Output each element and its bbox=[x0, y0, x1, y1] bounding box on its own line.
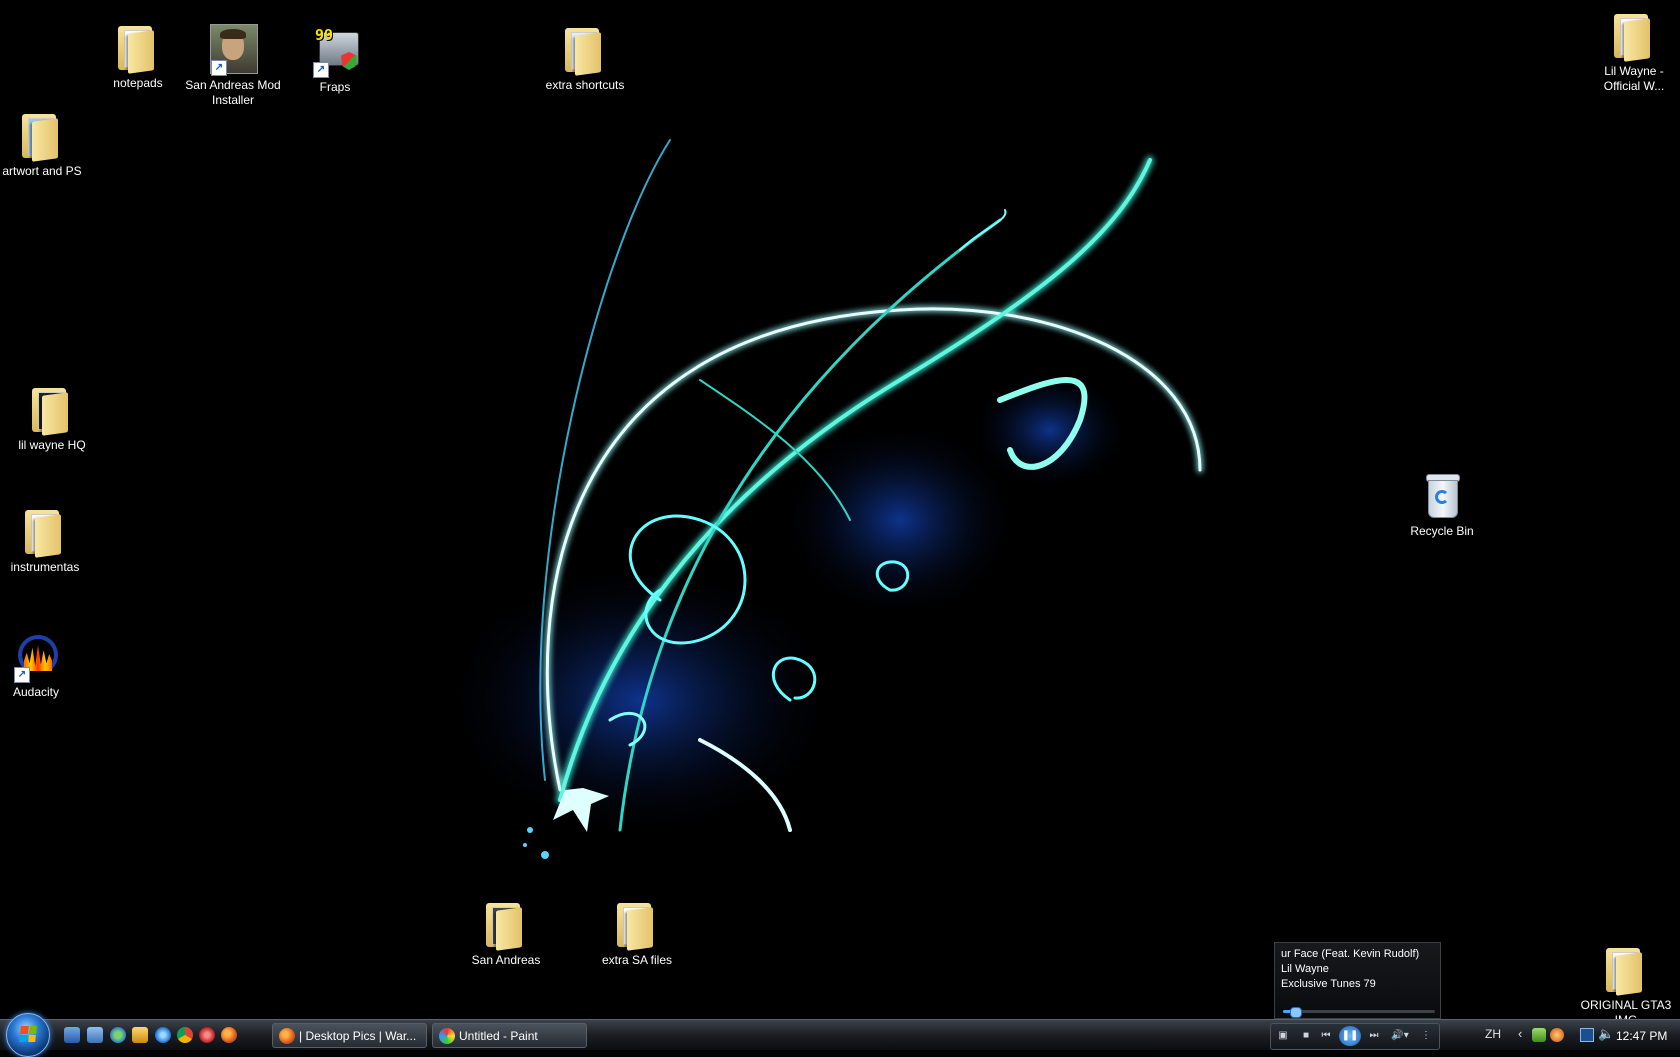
shortcut-arrow-icon: ↗ bbox=[14, 667, 30, 683]
firefox-icon bbox=[279, 1028, 295, 1044]
folder-icon bbox=[19, 506, 71, 558]
desktop-icon-label: San Andreas Mod Installer bbox=[185, 78, 281, 107]
seek-bar[interactable] bbox=[1283, 1007, 1435, 1018]
folder-icon bbox=[1600, 944, 1652, 996]
volume-icon[interactable]: 🔊▾ bbox=[1389, 1029, 1411, 1043]
folder-icon bbox=[559, 24, 611, 76]
desktop-icon-artwort-ps[interactable]: artwort and PS bbox=[0, 110, 90, 179]
desktop-icon-label: extra SA files bbox=[601, 953, 673, 967]
media-player-toolbar[interactable]: ▣ ■ ⏮ ❚❚ ⏭ 🔊▾ ⋮ bbox=[1270, 1023, 1440, 1050]
now-playing-track: ur Face (Feat. Kevin Rudolf) bbox=[1281, 948, 1420, 960]
desktop-icon-lil-wayne-official[interactable]: Lil Wayne - Official W... bbox=[1586, 10, 1680, 94]
fraps-badge: 99 bbox=[315, 26, 334, 44]
desktop-icon-label: Lil Wayne - Official W... bbox=[1603, 64, 1665, 93]
game-icon[interactable] bbox=[199, 1027, 215, 1043]
next-button[interactable]: ⏭ bbox=[1365, 1029, 1383, 1043]
desktop-icon-sa-mod-installer[interactable]: ↗ San Andreas Mod Installer bbox=[185, 24, 281, 108]
desktop-icon-original-gta3[interactable]: ORIGINAL GTA3 IMG bbox=[1578, 944, 1674, 1019]
clock[interactable]: 12:47 PM bbox=[1616, 1029, 1667, 1043]
folder-icon bbox=[1608, 10, 1660, 62]
media-player-popup[interactable]: ur Face (Feat. Kevin Rudolf) Lil Wayne E… bbox=[1274, 942, 1441, 1019]
shortcut-arrow-icon: ↗ bbox=[313, 62, 329, 78]
now-playing-artist: Lil Wayne bbox=[1281, 963, 1329, 975]
windows-logo-icon bbox=[19, 1026, 37, 1042]
desktop-icon-instrumentas[interactable]: instrumentas bbox=[0, 506, 93, 575]
messenger-icon[interactable] bbox=[110, 1027, 126, 1043]
desktop-icon-extra-sa-files[interactable]: extra SA files bbox=[589, 899, 685, 968]
desktop-icon-recycle-bin[interactable]: Recycle Bin bbox=[1394, 470, 1490, 539]
chrome-icon[interactable] bbox=[177, 1027, 193, 1043]
desktop-icon-fraps[interactable]: 99 ↗ Fraps bbox=[287, 26, 383, 95]
network-status-icon[interactable] bbox=[1532, 1028, 1546, 1042]
recycle-bin-icon bbox=[1416, 470, 1468, 522]
desktop-icon-label: ORIGINAL GTA3 IMG bbox=[1580, 998, 1672, 1019]
taskbar: | Desktop Pics | War... Untitled - Paint… bbox=[0, 1013, 1680, 1057]
show-desktop-icon[interactable] bbox=[64, 1027, 80, 1043]
desktop-icon-label: notepads bbox=[113, 76, 163, 90]
volume-tray-icon[interactable]: 🔈 bbox=[1598, 1026, 1614, 1042]
folder-icon bbox=[611, 899, 663, 951]
desktop[interactable]: notepads ↗ San Andreas Mod Installer 99 … bbox=[0, 0, 1680, 1019]
pause-button[interactable]: ❚❚ bbox=[1339, 1026, 1361, 1046]
taskbar-button-label: | Desktop Pics | War... bbox=[299, 1029, 417, 1043]
desktop-icon-label: lil wayne HQ bbox=[18, 438, 86, 452]
firefox-icon[interactable] bbox=[221, 1027, 237, 1043]
network-monitor-icon[interactable] bbox=[1580, 1028, 1594, 1042]
stop-button[interactable]: ■ bbox=[1299, 1029, 1313, 1043]
desktop-icon-san-andreas[interactable]: San Andreas bbox=[458, 899, 554, 968]
internet-explorer-icon[interactable] bbox=[155, 1027, 171, 1043]
paint-icon bbox=[439, 1028, 455, 1044]
restore-player-icon[interactable]: ▣ bbox=[1277, 1029, 1289, 1043]
folder-icon bbox=[26, 384, 78, 436]
fraps-icon: 99 ↗ bbox=[309, 26, 361, 78]
avatar-app-icon: ↗ bbox=[207, 24, 259, 76]
antivirus-icon[interactable] bbox=[1550, 1028, 1564, 1042]
folder-icon bbox=[16, 110, 68, 162]
desktop-icon-label: Recycle Bin bbox=[1410, 524, 1474, 538]
player-menu-icon[interactable]: ⋮ bbox=[1419, 1029, 1433, 1043]
taskbar-button-firefox[interactable]: | Desktop Pics | War... bbox=[272, 1023, 427, 1048]
desktop-icon-label: extra shortcuts bbox=[545, 78, 625, 92]
show-hidden-icons-icon[interactable]: ‹ bbox=[1518, 1026, 1522, 1041]
desktop-icon-lil-wayne-hq[interactable]: lil wayne HQ bbox=[4, 384, 100, 453]
taskbar-button-label: Untitled - Paint bbox=[459, 1029, 538, 1043]
system-tray: ZH ‹ 🔈 12:47 PM bbox=[1480, 1020, 1680, 1051]
taskbar-button-paint[interactable]: Untitled - Paint bbox=[432, 1023, 587, 1048]
folder-icon bbox=[480, 899, 532, 951]
desktop-icon-label: instrumentas bbox=[10, 560, 80, 574]
desktop-icon-label: Fraps bbox=[319, 80, 351, 94]
language-indicator[interactable]: ZH bbox=[1485, 1027, 1501, 1041]
desktop-icon-label: San Andreas bbox=[471, 953, 541, 967]
folder-icon bbox=[112, 22, 164, 74]
desktop-icon-notepads[interactable]: notepads bbox=[90, 22, 186, 91]
desktop-icon-label: artwort and PS bbox=[2, 164, 82, 178]
start-button[interactable] bbox=[6, 1013, 50, 1057]
seek-knob[interactable] bbox=[1290, 1007, 1303, 1018]
desktop-icon-audacity[interactable]: ↗ Audacity bbox=[0, 631, 84, 700]
shortcut-arrow-icon: ↗ bbox=[211, 60, 227, 76]
previous-button[interactable]: ⏮ bbox=[1317, 1029, 1335, 1043]
audacity-icon: ↗ bbox=[10, 631, 62, 683]
desktop-icon-extra-shortcuts[interactable]: extra shortcuts bbox=[537, 24, 633, 93]
media-player-icon[interactable] bbox=[132, 1027, 148, 1043]
desktop-icon-label: Audacity bbox=[12, 685, 60, 699]
now-playing-album: Exclusive Tunes 79 bbox=[1281, 978, 1376, 990]
switch-windows-icon[interactable] bbox=[87, 1027, 103, 1043]
